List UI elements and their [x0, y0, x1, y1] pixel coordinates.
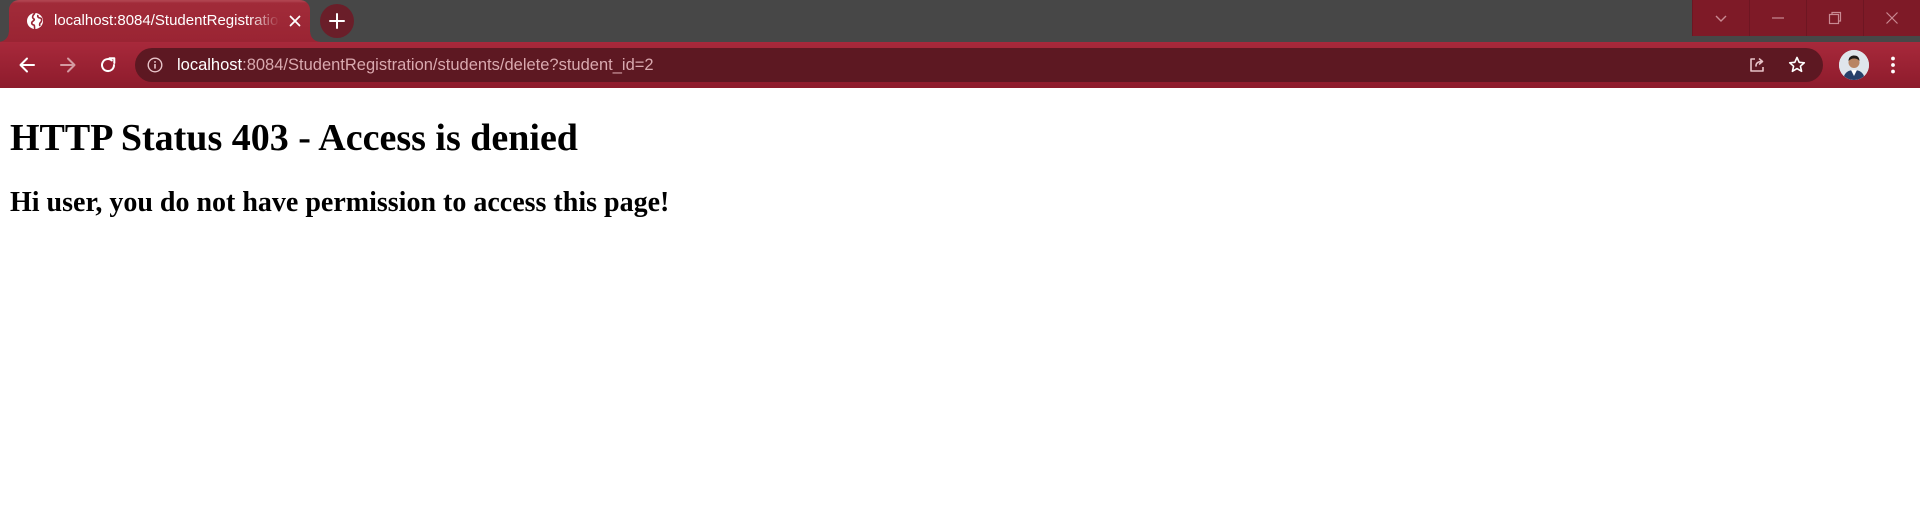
globe-icon — [27, 12, 43, 30]
new-tab-button[interactable] — [320, 4, 354, 38]
star-icon[interactable] — [1787, 55, 1807, 75]
address-bar[interactable]: localhost:8084/StudentRegistration/stude… — [135, 48, 1823, 82]
url-path: :8084/StudentRegistration/students/delet… — [242, 56, 654, 74]
tab-title: localhost:8084/StudentRegistration/stude… — [54, 12, 280, 29]
back-button[interactable] — [11, 49, 43, 81]
restore-icon — [1828, 11, 1842, 25]
url-host: localhost — [177, 56, 243, 74]
page-content: HTTP Status 403 - Access is denied Hi us… — [0, 88, 1920, 512]
close-icon — [1886, 12, 1898, 24]
close-icon[interactable] — [286, 12, 304, 30]
restore-button[interactable] — [1806, 0, 1863, 36]
reload-button[interactable] — [92, 49, 124, 81]
kebab-menu-icon[interactable] — [1880, 52, 1906, 78]
forward-button[interactable] — [52, 49, 84, 81]
window-close-button[interactable] — [1863, 0, 1920, 36]
error-message: Hi user, you do not have permission to a… — [10, 187, 670, 218]
avatar-icon — [1839, 50, 1869, 80]
browser-tab[interactable]: localhost:8084/StudentRegistration/stude… — [0, 0, 320, 42]
reload-icon — [101, 57, 116, 73]
share-icon[interactable] — [1747, 55, 1767, 75]
minimize-button[interactable] — [1749, 0, 1806, 36]
tab-strip: localhost:8084/StudentRegistration/stude… — [0, 0, 1920, 42]
chevron-down-icon — [1715, 15, 1727, 22]
error-heading: HTTP Status 403 - Access is denied — [10, 117, 578, 159]
arrow-left-icon — [19, 57, 35, 73]
info-icon[interactable] — [147, 57, 163, 73]
profile-avatar[interactable] — [1839, 50, 1869, 80]
url-text[interactable]: localhost:8084/StudentRegistration/stude… — [177, 55, 654, 75]
browser-toolbar: localhost:8084/StudentRegistration/stude… — [0, 42, 1920, 88]
arrow-right-icon — [60, 57, 76, 73]
plus-icon — [329, 13, 345, 29]
minimize-icon — [1772, 17, 1784, 19]
tab-search-button[interactable] — [1692, 0, 1749, 36]
